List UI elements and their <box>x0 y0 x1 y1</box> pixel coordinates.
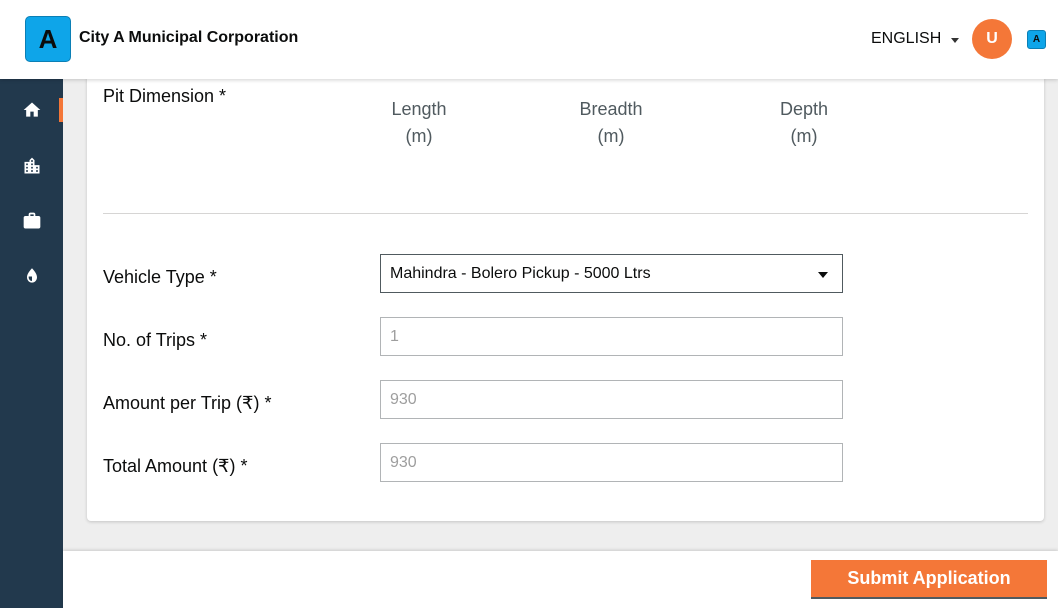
avatar-initial: U <box>986 30 998 47</box>
trips-label: No. of Trips * <box>103 330 208 350</box>
chevron-down-icon <box>818 272 828 278</box>
org-name: City A Municipal Corporation <box>79 29 299 46</box>
application-form-card: Pit Dimension * Length (m) Breadth (m) D… <box>87 75 1044 521</box>
sidebar-item-city[interactable] <box>0 146 63 186</box>
vehicle-type-label: Vehicle Type * <box>103 267 217 287</box>
depth-label: Depth <box>779 99 829 119</box>
breadth-unit: (m) <box>597 126 625 146</box>
home-icon <box>23 102 40 117</box>
action-footer: Submit Application <box>63 551 1058 608</box>
depth-header: Depth (m) <box>744 96 864 150</box>
amount-per-trip-value: 930 <box>390 390 417 408</box>
chevron-down-icon <box>951 37 960 43</box>
submit-application-button[interactable]: Submit Application <box>811 560 1047 599</box>
user-avatar[interactable]: U <box>972 19 1012 59</box>
state-logo: A <box>1027 30 1046 49</box>
city-icon <box>24 157 39 174</box>
mini-logo-letter: A <box>1032 34 1041 45</box>
amount-per-trip-input[interactable]: 930 <box>380 380 843 419</box>
total-amount-value: 930 <box>390 453 417 471</box>
total-amount-input[interactable]: 930 <box>380 443 843 482</box>
length-label: Length <box>391 99 447 119</box>
sidebar-item-services[interactable] <box>0 201 63 241</box>
sidebar-item-water[interactable] <box>0 256 63 296</box>
city-logo[interactable]: A <box>25 16 71 62</box>
submit-label: Submit Application <box>847 568 1011 588</box>
breadth-header: Breadth (m) <box>551 96 671 150</box>
top-header: A City A Municipal Corporation ENGLISH U… <box>0 0 1058 79</box>
length-header: Length (m) <box>359 96 479 150</box>
sidebar-item-home[interactable] <box>0 90 63 130</box>
depth-unit: (m) <box>790 126 818 146</box>
language-label: ENGLISH <box>871 30 942 47</box>
logo-letter: A <box>38 23 58 54</box>
breadth-label: Breadth <box>579 99 643 119</box>
language-selector[interactable]: ENGLISH <box>871 30 960 48</box>
briefcase-icon <box>23 212 40 229</box>
amount-per-trip-label: Amount per Trip (₹) * <box>103 393 272 413</box>
sidebar <box>0 79 63 608</box>
vehicle-type-dropdown[interactable]: Mahindra - Bolero Pickup - 5000 Ltrs <box>380 254 843 293</box>
pit-dimension-label: Pit Dimension * <box>103 86 227 106</box>
vehicle-type-value: Mahindra - Bolero Pickup - 5000 Ltrs <box>390 264 651 282</box>
trips-value: 1 <box>390 327 399 345</box>
section-divider <box>103 213 1028 214</box>
water-drop-icon <box>26 268 37 283</box>
length-unit: (m) <box>405 126 433 146</box>
trips-input[interactable]: 1 <box>380 317 843 356</box>
total-amount-label: Total Amount (₹) * <box>103 456 248 476</box>
